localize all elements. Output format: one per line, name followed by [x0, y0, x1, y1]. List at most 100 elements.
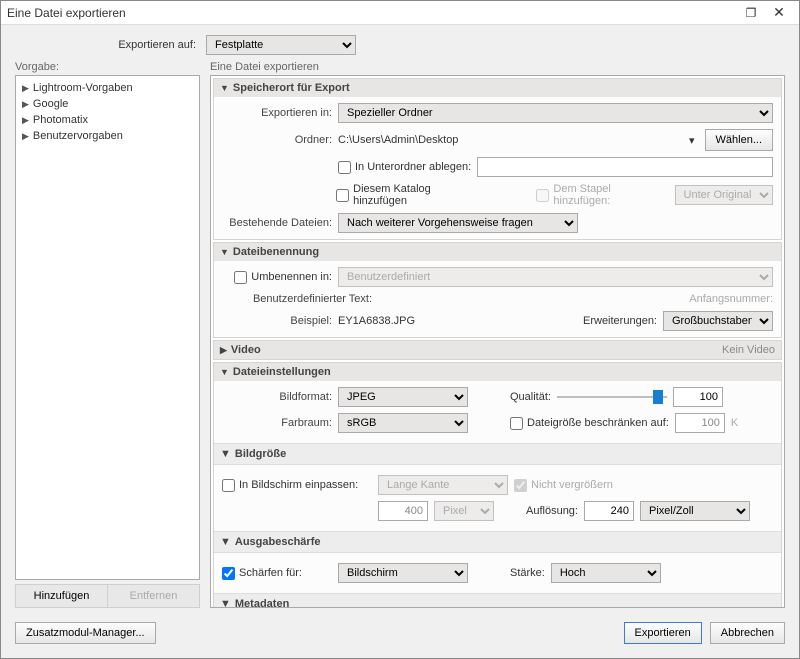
- preset-item[interactable]: ▶ Lightroom-Vorgaben: [18, 80, 197, 96]
- section-file-naming: ▼ Dateibenennung Umbenennen in: Benutzer…: [213, 242, 782, 338]
- dimension-unit-select: Pixel: [434, 501, 494, 521]
- preset-item-label: Photomatix: [33, 114, 88, 126]
- chevron-down-icon: ▼: [220, 367, 229, 377]
- export-in-label: Exportieren in:: [222, 107, 332, 119]
- subfolder-input[interactable]: [477, 157, 773, 177]
- stack-position-select: Unter Original: [675, 185, 773, 205]
- section-header[interactable]: ▶ Video Kein Video: [214, 341, 781, 359]
- subsection-output-sharpening[interactable]: ▼ Ausgabeschärfe: [214, 531, 781, 553]
- existing-files-select[interactable]: Nach weiterer Vorgehensweise fragen: [338, 213, 578, 233]
- extensions-label: Erweiterungen:: [583, 315, 657, 327]
- section-title: Video: [231, 344, 261, 356]
- sharpen-target-select[interactable]: Bildschirm: [338, 563, 468, 583]
- subsection-image-size[interactable]: ▼ Bildgröße: [214, 443, 781, 465]
- sharpen-for-checkbox[interactable]: Schärfen für:: [222, 567, 332, 580]
- preset-item-label: Google: [33, 98, 68, 110]
- chevron-right-icon: ▶: [22, 99, 29, 110]
- color-space-label: Farbraum:: [222, 417, 332, 429]
- preset-buttons: Hinzufügen Entfernen: [15, 584, 200, 608]
- existing-files-label: Bestehende Dateien:: [222, 217, 332, 229]
- folder-label: Ordner:: [222, 134, 332, 146]
- add-stack-checkbox: Dem Stapel hinzufügen:: [536, 183, 668, 207]
- extensions-select[interactable]: Großbuchstaben: [663, 311, 773, 331]
- preset-list[interactable]: ▶ Lightroom-Vorgaben ▶ Google ▶ Photomat…: [15, 75, 200, 580]
- section-title: Dateibenennung: [233, 246, 319, 258]
- plugin-manager-button[interactable]: Zusatzmodul-Manager...: [15, 622, 156, 644]
- image-format-select[interactable]: JPEG: [338, 387, 468, 407]
- settings-column: Eine Datei exportieren ▼ Speicherort für…: [210, 61, 785, 608]
- section-header[interactable]: ▼ Speicherort für Export: [214, 79, 781, 97]
- section-title: Speicherort für Export: [233, 82, 350, 94]
- add-preset-button[interactable]: Hinzufügen: [16, 585, 108, 607]
- export-in-select[interactable]: Spezieller Ordner: [338, 103, 773, 123]
- fit-screen-checkbox[interactable]: In Bildschirm einpassen:: [222, 479, 372, 492]
- export-to-row: Exportieren auf: Festplatte: [1, 25, 799, 61]
- preset-heading: Vorgabe:: [15, 61, 200, 73]
- chevron-right-icon: ▶: [22, 131, 29, 142]
- chevron-right-icon: ▶: [220, 345, 227, 356]
- color-space-select[interactable]: sRGB: [338, 413, 468, 433]
- export-dialog: Eine Datei exportieren ❐ ✕ Exportieren a…: [0, 0, 800, 659]
- preset-item[interactable]: ▶ Benutzervorgaben: [18, 128, 197, 144]
- export-to-select[interactable]: Festplatte: [206, 35, 356, 55]
- body-area: Vorgabe: ▶ Lightroom-Vorgaben ▶ Google ▶…: [1, 61, 799, 614]
- panel-icon[interactable]: ❐: [737, 6, 765, 20]
- remove-preset-button[interactable]: Entfernen: [108, 585, 199, 607]
- dont-enlarge-checkbox: Nicht vergrößern: [514, 479, 613, 492]
- limit-size-input: [675, 413, 725, 433]
- chevron-down-icon: ▼: [220, 247, 229, 257]
- quality-input[interactable]: [673, 387, 723, 407]
- section-header[interactable]: ▼ Dateibenennung: [214, 243, 781, 261]
- chevron-down-icon: ▼: [220, 598, 231, 608]
- preset-item[interactable]: ▶ Photomatix: [18, 112, 197, 128]
- subfolder-checkbox[interactable]: In Unterordner ablegen:: [338, 161, 471, 174]
- preset-item-label: Lightroom-Vorgaben: [33, 82, 133, 94]
- example-value: EY1A6838.JPG: [338, 315, 415, 327]
- section-export-location: ▼ Speicherort für Export Exportieren in:…: [213, 78, 782, 240]
- window-title: Eine Datei exportieren: [7, 6, 737, 20]
- folder-path: C:\Users\Admin\Desktop: [338, 134, 679, 146]
- preset-item-label: Benutzervorgaben: [33, 130, 123, 142]
- limit-size-checkbox[interactable]: Dateigröße beschränken auf:: [510, 417, 669, 430]
- slider-thumb-icon[interactable]: [653, 390, 663, 404]
- resolution-input[interactable]: [584, 501, 634, 521]
- close-icon[interactable]: ✕: [765, 4, 793, 21]
- preset-item[interactable]: ▶ Google: [18, 96, 197, 112]
- dropdown-arrow-icon[interactable]: ▾: [685, 134, 699, 147]
- add-catalog-checkbox[interactable]: Diesem Katalog hinzufügen: [336, 183, 485, 207]
- limit-size-unit: K: [731, 417, 738, 429]
- sharpen-amount-label: Stärke:: [510, 567, 545, 579]
- chevron-down-icon: ▼: [220, 83, 229, 93]
- chevron-right-icon: ▶: [22, 83, 29, 94]
- resolution-label: Auflösung:: [526, 505, 578, 517]
- subsection-metadata[interactable]: ▼ Metadaten: [214, 593, 781, 608]
- section-header[interactable]: ▼ Dateieinstellungen: [214, 363, 781, 381]
- section-file-settings: ▼ Dateieinstellungen Bildformat: JPEG Qu…: [213, 362, 782, 608]
- titlebar: Eine Datei exportieren ❐ ✕: [1, 1, 799, 25]
- settings-heading: Eine Datei exportieren: [210, 61, 785, 73]
- preset-column: Vorgabe: ▶ Lightroom-Vorgaben ▶ Google ▶…: [15, 61, 200, 608]
- sharpen-amount-select[interactable]: Hoch: [551, 563, 661, 583]
- cancel-button[interactable]: Abbrechen: [710, 622, 785, 644]
- fit-mode-select: Lange Kante: [378, 475, 508, 495]
- example-label: Beispiel:: [222, 315, 332, 327]
- image-format-label: Bildformat:: [222, 391, 332, 403]
- chevron-down-icon: ▼: [220, 448, 231, 460]
- dimension-input: [378, 501, 428, 521]
- section-video: ▶ Video Kein Video: [213, 340, 782, 360]
- chevron-right-icon: ▶: [22, 115, 29, 126]
- resolution-unit-select[interactable]: Pixel/Zoll: [640, 501, 750, 521]
- chevron-down-icon: ▼: [220, 536, 231, 548]
- quality-slider[interactable]: [557, 390, 667, 404]
- settings-scroll[interactable]: ▼ Speicherort für Export Exportieren in:…: [210, 75, 785, 608]
- rename-template-select: Benutzerdefiniert: [338, 267, 773, 287]
- video-status: Kein Video: [722, 344, 775, 356]
- choose-folder-button[interactable]: Wählen...: [705, 129, 773, 151]
- export-button[interactable]: Exportieren: [624, 622, 702, 644]
- section-title: Dateieinstellungen: [233, 366, 331, 378]
- custom-text-label: Benutzerdefinierter Text:: [222, 293, 372, 305]
- rename-checkbox[interactable]: Umbenennen in:: [222, 271, 332, 284]
- export-to-label: Exportieren auf:: [15, 39, 200, 51]
- dialog-footer: Zusatzmodul-Manager... Exportieren Abbre…: [1, 614, 799, 658]
- quality-label: Qualität:: [510, 391, 551, 403]
